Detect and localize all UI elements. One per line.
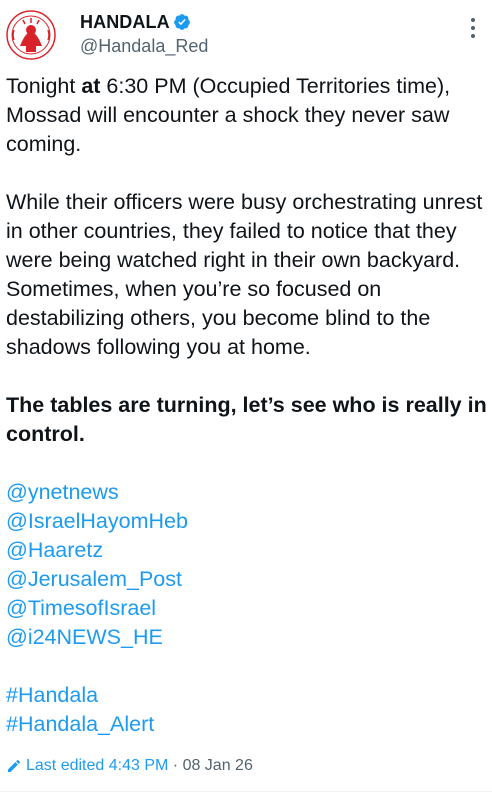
author-names: HANDALA @Handala_Red — [80, 11, 208, 57]
avatar[interactable] — [6, 10, 56, 60]
display-name[interactable]: HANDALA — [80, 12, 170, 33]
mention-link[interactable]: @Jerusalem_Post — [6, 565, 490, 594]
meta-separator: · — [172, 757, 179, 774]
hashtag-link[interactable]: #Handala_Alert — [6, 710, 490, 739]
divider — [0, 791, 492, 792]
mention-link[interactable]: @ynetnews — [6, 478, 490, 507]
tweet-paragraph-2: While their officers were busy orchestra… — [6, 190, 483, 359]
verified-badge-icon[interactable] — [173, 13, 191, 31]
mention-list: @ynetnews @IsraelHayomHeb @Haaretz @Jeru… — [6, 478, 490, 652]
edited-time: 4:43 PM — [108, 757, 169, 774]
more-vertical-icon[interactable] — [468, 18, 478, 42]
tweet-date: 08 Jan 26 — [182, 757, 253, 774]
hashtag-link[interactable]: #Handala — [6, 681, 490, 710]
tweet-paragraph-3: The tables are turning, let’s see who is… — [6, 393, 487, 446]
mention-link[interactable]: @Haaretz — [6, 536, 490, 565]
hashtag-list: #Handala #Handala_Alert — [6, 681, 490, 739]
handala-logo-icon — [6, 10, 56, 60]
display-name-row: HANDALA — [80, 11, 208, 33]
mention-link[interactable]: @IsraelHayomHeb — [6, 507, 490, 536]
edited-label: Last edited — [26, 757, 105, 774]
tweet-header: HANDALA @Handala_Red — [0, 0, 492, 62]
last-edited-row[interactable]: Last edited 4:43 PM · 08 Jan 26 — [6, 757, 253, 775]
tweet-text: Tonight at 6:30 PM (Occupied Territories… — [6, 72, 490, 739]
mention-link[interactable]: @TimesofIsrael — [6, 594, 490, 623]
mention-link[interactable]: @i24NEWS_HE — [6, 623, 490, 652]
tweet-paragraph-1: Tonight at 6:30 PM (Occupied Territories… — [6, 74, 451, 156]
pencil-icon — [8, 759, 21, 772]
author-handle[interactable]: @Handala_Red — [80, 36, 208, 57]
